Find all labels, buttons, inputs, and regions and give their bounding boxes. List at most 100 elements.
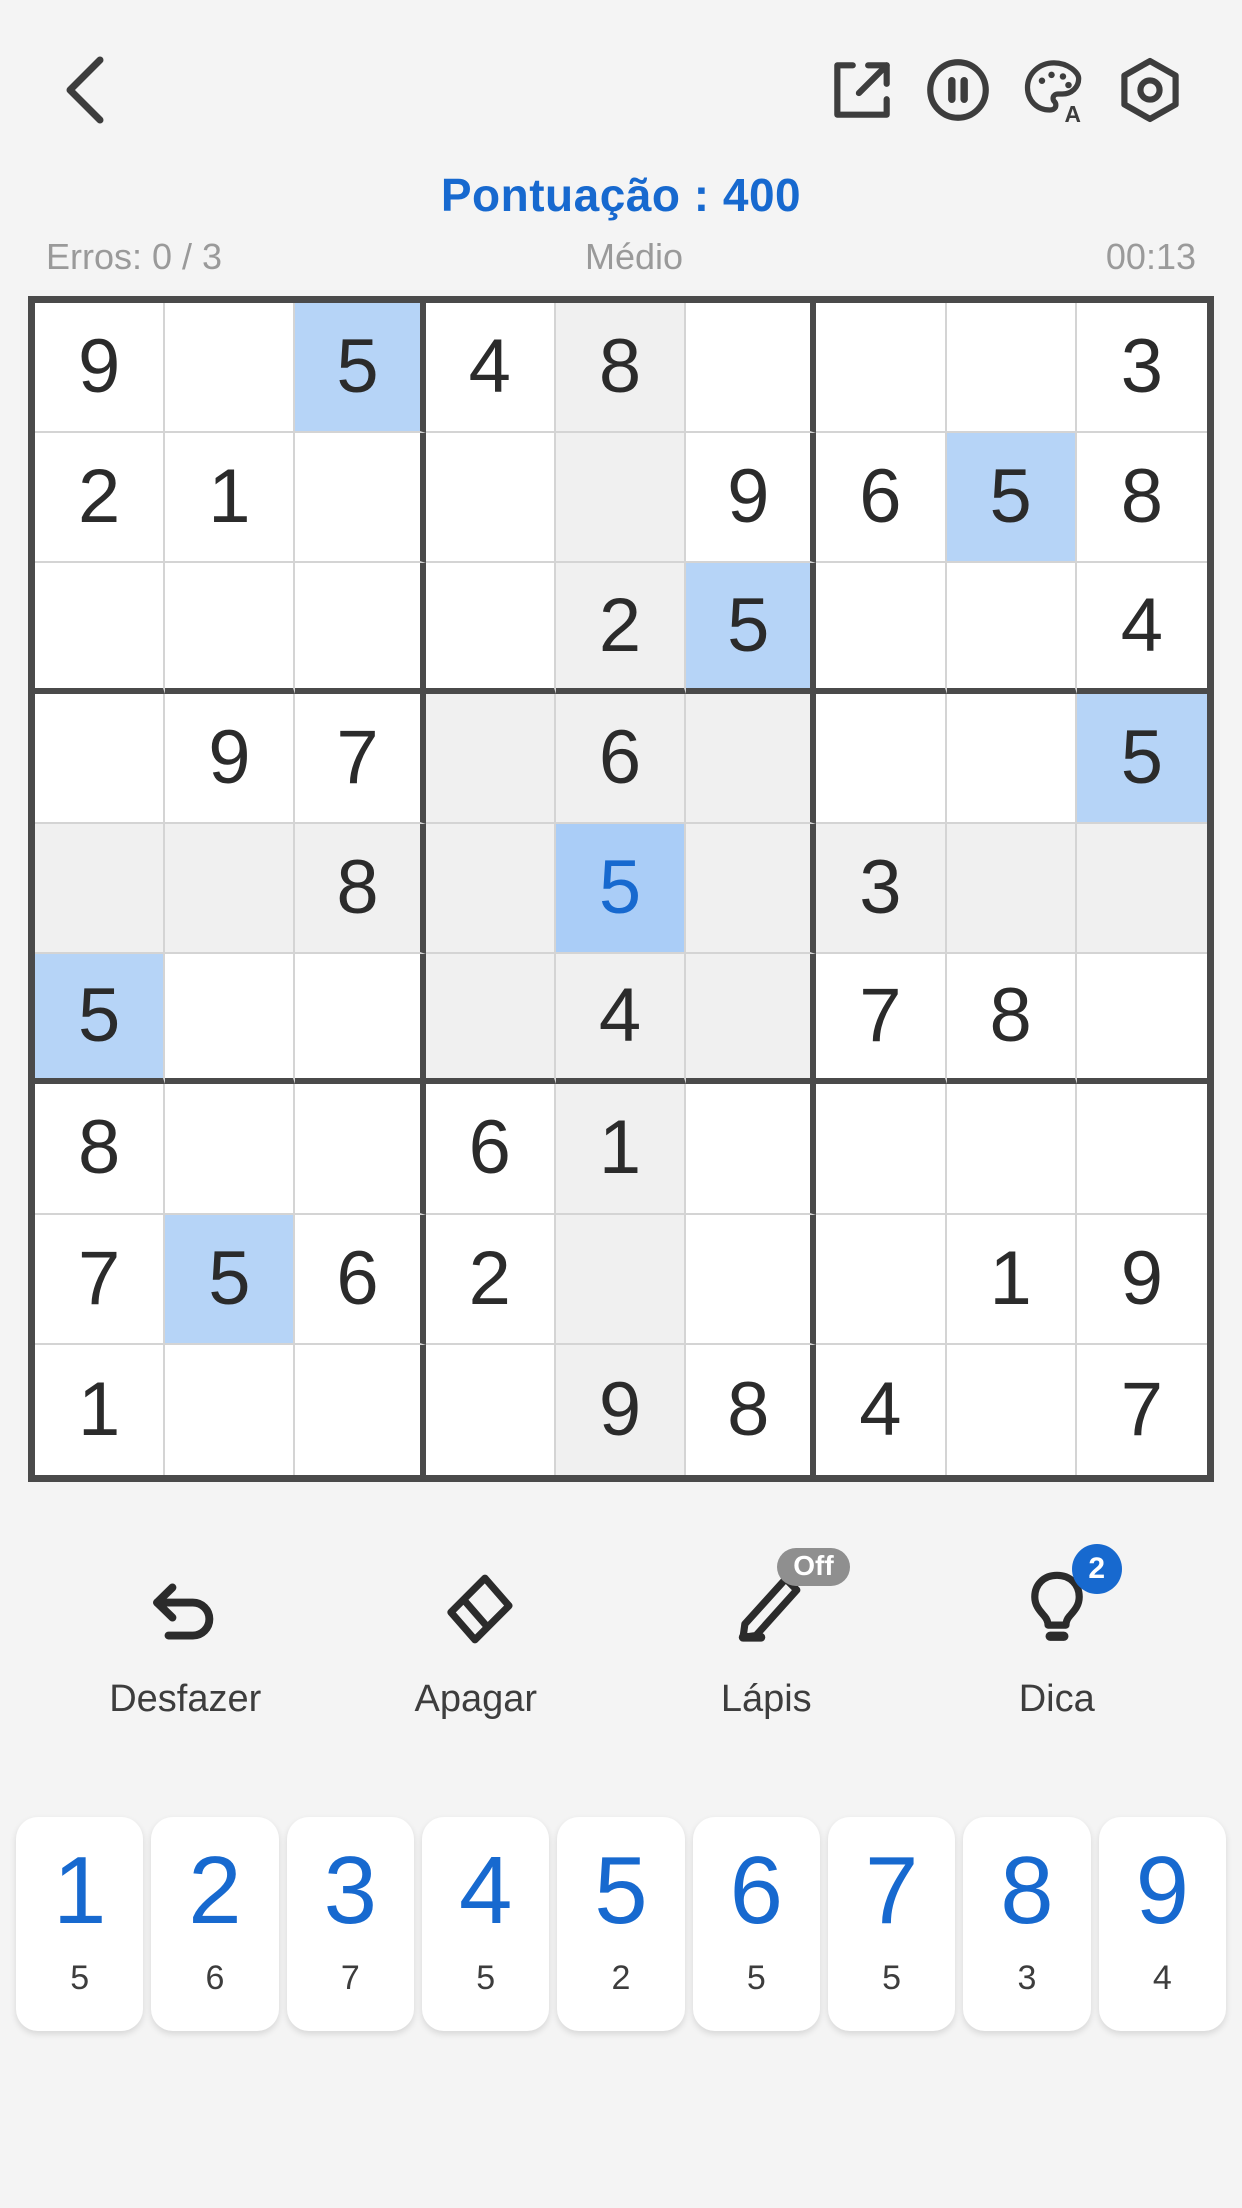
sudoku-cell-r6c3[interactable] (295, 954, 426, 1085)
sudoku-cell-r8c3[interactable]: 6 (295, 1214, 426, 1345)
sudoku-cell-r7c6[interactable] (686, 1084, 817, 1215)
numpad-key-5[interactable]: 52 (557, 1817, 685, 2031)
sudoku-cell-r2c1[interactable]: 2 (35, 433, 166, 564)
sudoku-cell-r4c6[interactable] (686, 693, 817, 824)
hint-button[interactable]: 2 Dica (912, 1544, 1203, 1721)
sudoku-cell-r3c2[interactable] (165, 563, 296, 694)
sudoku-cell-r3c6[interactable]: 5 (686, 563, 817, 694)
sudoku-cell-r1c7[interactable] (816, 303, 947, 434)
sudoku-cell-r4c5[interactable]: 6 (555, 693, 687, 824)
settings-button[interactable] (1102, 42, 1198, 138)
theme-button[interactable]: A (1006, 42, 1102, 138)
sudoku-cell-r1c5[interactable]: 8 (555, 303, 687, 434)
sudoku-cell-r3c8[interactable] (946, 563, 1077, 694)
sudoku-cell-r9c4[interactable] (425, 1344, 556, 1475)
sudoku-cell-r7c8[interactable] (946, 1084, 1077, 1215)
sudoku-cell-r2c7[interactable]: 6 (816, 433, 947, 564)
sudoku-cell-r2c3[interactable] (295, 433, 426, 564)
sudoku-cell-r1c9[interactable]: 3 (1076, 303, 1207, 434)
sudoku-cell-r2c2[interactable]: 1 (165, 433, 296, 564)
sudoku-cell-r4c3[interactable]: 7 (295, 693, 426, 824)
numpad-key-6[interactable]: 65 (692, 1817, 820, 2031)
sudoku-cell-r8c4[interactable]: 2 (425, 1214, 556, 1345)
sudoku-cell-r7c4[interactable]: 6 (425, 1084, 556, 1215)
sudoku-cell-r7c3[interactable] (295, 1084, 426, 1215)
sudoku-cell-r1c2[interactable] (165, 303, 296, 434)
sudoku-cell-r8c7[interactable] (816, 1214, 947, 1345)
sudoku-cell-r3c4[interactable] (425, 563, 556, 694)
sudoku-cell-r5c8[interactable] (946, 823, 1077, 955)
sudoku-cell-r3c5[interactable]: 2 (555, 563, 687, 694)
sudoku-cell-r6c7[interactable]: 7 (816, 954, 947, 1085)
sudoku-cell-r1c1[interactable]: 9 (35, 303, 166, 434)
sudoku-cell-r9c8[interactable] (946, 1344, 1077, 1475)
sudoku-cell-r5c2[interactable] (165, 823, 296, 955)
sudoku-cell-r4c8[interactable] (946, 693, 1077, 824)
sudoku-cell-r6c5[interactable]: 4 (555, 954, 687, 1085)
sudoku-cell-r3c3[interactable] (295, 563, 426, 694)
sudoku-cell-r9c5[interactable]: 9 (555, 1344, 687, 1475)
sudoku-cell-r8c1[interactable]: 7 (35, 1214, 166, 1345)
numpad-key-1[interactable]: 15 (16, 1817, 144, 2031)
sudoku-cell-r7c9[interactable] (1076, 1084, 1207, 1215)
sudoku-cell-r8c6[interactable] (686, 1214, 817, 1345)
sudoku-cell-r1c3[interactable]: 5 (295, 303, 426, 434)
numpad-key-2[interactable]: 26 (151, 1817, 279, 2031)
sudoku-cell-r4c1[interactable] (35, 693, 166, 824)
sudoku-cell-r7c7[interactable] (816, 1084, 947, 1215)
sudoku-cell-r1c4[interactable]: 4 (425, 303, 556, 434)
undo-button[interactable]: Desfazer (40, 1554, 331, 1721)
pause-button[interactable] (910, 42, 1006, 138)
sudoku-cell-r3c7[interactable] (816, 563, 947, 694)
sudoku-cell-r2c5[interactable] (555, 433, 687, 564)
sudoku-cell-r4c2[interactable]: 9 (165, 693, 296, 824)
sudoku-cell-r5c1[interactable] (35, 823, 166, 955)
sudoku-cell-r9c1[interactable]: 1 (35, 1344, 166, 1475)
sudoku-cell-r9c2[interactable] (165, 1344, 296, 1475)
sudoku-cell-r2c4[interactable] (425, 433, 556, 564)
share-button[interactable] (814, 42, 910, 138)
sudoku-cell-r4c7[interactable] (816, 693, 947, 824)
sudoku-cell-r9c3[interactable] (295, 1344, 426, 1475)
sudoku-cell-r4c4[interactable] (425, 693, 556, 824)
sudoku-cell-r8c2[interactable]: 5 (165, 1214, 296, 1345)
sudoku-cell-r8c5[interactable] (555, 1214, 687, 1345)
sudoku-cell-r6c4[interactable] (425, 954, 556, 1085)
sudoku-grid[interactable]: 954832196582549765853547886175621919847 (28, 296, 1214, 1482)
pencil-button[interactable]: Off Lápis (621, 1548, 912, 1721)
numpad-key-8[interactable]: 83 (963, 1817, 1091, 2031)
sudoku-cell-r9c6[interactable]: 8 (686, 1344, 817, 1475)
sudoku-cell-r8c8[interactable]: 1 (946, 1214, 1077, 1345)
numpad-key-4[interactable]: 45 (421, 1817, 550, 2031)
sudoku-cell-r6c9[interactable] (1076, 954, 1207, 1085)
numpad-key-3[interactable]: 37 (286, 1817, 414, 2031)
sudoku-cell-r6c2[interactable] (165, 954, 296, 1085)
sudoku-cell-r1c8[interactable] (946, 303, 1077, 434)
sudoku-cell-r5c4[interactable] (425, 823, 556, 955)
sudoku-cell-r6c8[interactable]: 8 (946, 954, 1077, 1085)
sudoku-cell-r2c8[interactable]: 5 (946, 433, 1077, 564)
sudoku-cell-r7c2[interactable] (165, 1084, 296, 1215)
sudoku-cell-r3c1[interactable] (35, 563, 166, 694)
sudoku-cell-r5c6[interactable] (686, 823, 817, 955)
sudoku-cell-r5c7[interactable]: 3 (816, 823, 947, 955)
sudoku-cell-r1c6[interactable] (686, 303, 817, 434)
numpad-key-9[interactable]: 94 (1098, 1817, 1226, 2031)
sudoku-cell-r9c9[interactable]: 7 (1076, 1344, 1207, 1475)
sudoku-cell-r8c9[interactable]: 9 (1076, 1214, 1207, 1345)
sudoku-cell-r5c3[interactable]: 8 (295, 823, 426, 955)
sudoku-cell-r6c6[interactable] (686, 954, 817, 1085)
back-button[interactable] (44, 48, 128, 132)
sudoku-cell-r5c9[interactable] (1076, 823, 1207, 955)
erase-button[interactable]: Apagar (331, 1554, 622, 1721)
sudoku-cell-r5c5[interactable]: 5 (555, 823, 687, 955)
numpad-key-7[interactable]: 75 (827, 1817, 956, 2031)
sudoku-cell-r7c5[interactable]: 1 (555, 1084, 687, 1215)
sudoku-cell-r2c9[interactable]: 8 (1076, 433, 1207, 564)
sudoku-cell-r9c7[interactable]: 4 (816, 1344, 947, 1475)
sudoku-cell-r3c9[interactable]: 4 (1076, 563, 1207, 694)
sudoku-cell-r7c1[interactable]: 8 (35, 1084, 166, 1215)
sudoku-cell-r6c1[interactable]: 5 (35, 954, 166, 1085)
sudoku-cell-r2c6[interactable]: 9 (686, 433, 817, 564)
sudoku-cell-r4c9[interactable]: 5 (1076, 693, 1207, 824)
